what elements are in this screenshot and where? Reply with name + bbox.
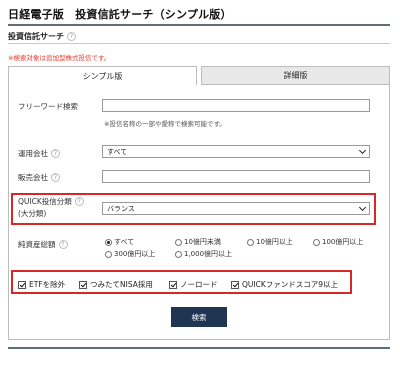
net-assets-label-text: 純資産総額 [18,240,56,249]
checkbox-no-load-label: ノーロード [180,280,218,289]
distributor-label: 販売会社 ? [18,172,60,183]
category-label-line1: QUICK投信分類 [18,197,72,206]
checkbox-fund-score-label: QUICKファンドスコア9以上 [242,280,339,289]
keyword-label: フリーワード検索 [18,101,78,112]
radio-indicator[interactable] [247,238,254,246]
distributor-label-text: 販売会社 [18,173,48,182]
radio-all-label: すべて [114,238,135,246]
category-label-line1-wrap: QUICK投信分類 ? [18,196,84,207]
help-icon[interactable]: ? [74,197,84,206]
checkbox-exclude-etf-label: ETFを除外 [29,280,66,289]
checkbox-nisa-label: つみたてNISA採用 [90,280,153,289]
category-select[interactable]: バランス [102,202,370,215]
radio-over-1b-label: 10億円以上 [256,238,293,246]
help-icon[interactable]: ? [51,149,60,158]
checkbox-nisa[interactable]: つみたてNISA採用 [79,279,153,290]
radio-indicator[interactable] [175,238,182,246]
tab-simple[interactable]: シンプル版 [8,66,197,85]
search-button[interactable]: 検索 [171,307,227,327]
checkbox-indicator[interactable] [79,280,87,289]
title-divider [8,24,390,26]
net-assets-label: 純資産総額 ? [18,239,68,250]
radio-over-30b[interactable]: 300億円以上 [105,249,155,259]
keyword-input[interactable] [102,99,370,112]
radio-over-100b[interactable]: 1,000億円以上 [175,249,232,259]
checkbox-indicator[interactable] [169,280,177,289]
company-select-value: すべて [107,147,128,156]
help-icon[interactable]: ? [58,240,68,249]
radio-all[interactable]: すべて [105,237,134,247]
checkbox-indicator[interactable] [231,280,239,289]
search-scope-notice: ※検索対象は追加型株式投信です。 [8,54,111,62]
tab-detail[interactable]: 詳細版 [201,66,390,85]
checkbox-exclude-etf[interactable]: ETFを除外 [18,279,65,290]
radio-over-30b-label: 300億円以上 [114,250,156,258]
help-icon[interactable]: ? [51,173,60,182]
keyword-label-text: フリーワード検索 [18,102,78,111]
help-icon[interactable]: ? [67,32,76,41]
section-divider [8,43,390,44]
page-title: 日経電子版 投資信託サーチ（シンプル版） [8,8,232,21]
category-select-value: バランス [107,204,135,213]
tab-bar: シンプル版 詳細版 [8,66,390,85]
chevron-down-icon [358,203,367,211]
checkbox-no-load[interactable]: ノーロード [169,279,218,290]
checkbox-fund-score[interactable]: QUICKファンドスコア9以上 [231,279,338,290]
keyword-hint: ※投信名称の一部や愛称で検索可能です。 [104,120,226,128]
category-label-line2: (大分類) [18,209,47,218]
footer-divider [8,347,390,349]
chevron-down-icon [358,146,367,154]
company-select[interactable]: すべて [102,145,370,158]
radio-over-10b[interactable]: 100億円以上 [313,237,363,247]
checkbox-indicator[interactable] [18,280,26,289]
radio-indicator[interactable] [313,238,320,246]
section-heading-label: 投資信託サーチ [8,32,64,41]
category-label: QUICK投信分類 ? (大分類) [18,196,84,219]
radio-indicator[interactable] [175,250,182,258]
company-label: 運用会社 ? [18,148,60,159]
radio-over-10b-label: 100億円以上 [322,238,364,246]
company-label-text: 運用会社 [18,149,48,158]
radio-over-100b-label: 1,000億円以上 [184,250,233,258]
radio-indicator[interactable] [105,238,112,246]
radio-under-1b-label: 10億円未満 [184,238,221,246]
section-heading: 投資信託サーチ ? [8,31,76,42]
radio-over-1b[interactable]: 10億円以上 [247,237,293,247]
radio-indicator[interactable] [105,250,112,258]
distributor-input[interactable] [102,170,370,183]
radio-under-1b[interactable]: 10億円未満 [175,237,221,247]
